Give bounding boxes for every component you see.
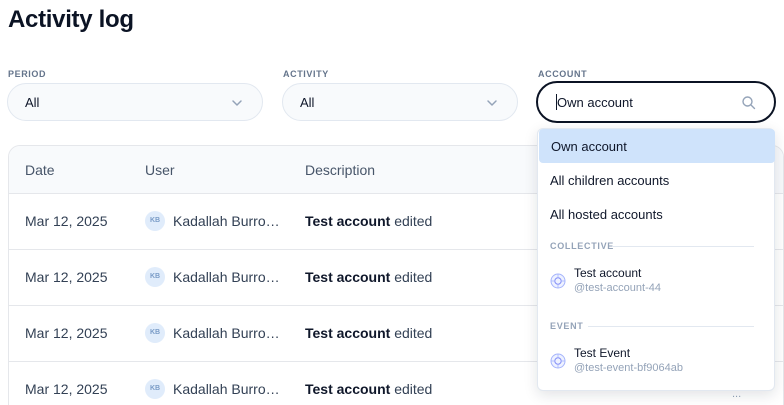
column-header-user: User: [145, 162, 175, 178]
option-all-hosted-accounts[interactable]: All hosted accounts: [538, 197, 774, 231]
row-date: Mar 12, 2025: [25, 381, 108, 397]
column-header-description: Description: [305, 162, 376, 178]
row-description-action: edited: [390, 269, 433, 285]
account-dropdown-menu: Own account All children accounts All ho…: [537, 128, 775, 391]
column-header-date: Date: [25, 162, 55, 178]
group-header-collective: COLLECTIVE: [550, 241, 615, 251]
row-user[interactable]: Kadallah Burrowes: [173, 381, 285, 397]
event-icon: [550, 353, 566, 369]
avatar: KB: [145, 267, 165, 287]
option-label: All children accounts: [550, 173, 670, 188]
row-date: Mar 12, 2025: [25, 269, 108, 285]
activity-select[interactable]: All: [282, 83, 518, 121]
row-description: Test account edited: [305, 213, 432, 229]
group-divider: [612, 246, 754, 247]
account-name: Test Event: [574, 346, 631, 360]
row-description: Test account edited: [305, 381, 432, 397]
account-slug: @test-event-bf9064ab: [574, 362, 684, 374]
group-header-event: EVENT: [550, 321, 584, 331]
period-filter-label: PERIOD: [8, 69, 47, 79]
period-select[interactable]: All: [7, 83, 263, 121]
group-divider: [588, 326, 754, 327]
row-user[interactable]: Kadallah Burrowes: [173, 213, 285, 229]
row-description-action: edited: [390, 325, 433, 341]
avatar: KB: [145, 323, 165, 343]
account-search-value: Own account: [557, 95, 633, 110]
row-user[interactable]: Kadallah Burrowes: [173, 325, 285, 341]
collective-icon: [550, 273, 566, 289]
account-filter-label: ACCOUNT: [538, 69, 588, 79]
option-account-test-event[interactable]: Test Event @test-event-bf9064ab: [538, 343, 774, 383]
avatar: KB: [145, 379, 165, 399]
option-account-test-account[interactable]: Test account @test-account-44: [538, 263, 774, 303]
account-search-input[interactable]: Own account: [536, 81, 776, 123]
option-all-children-accounts[interactable]: All children accounts: [538, 163, 774, 197]
activity-select-value: All: [300, 95, 315, 110]
row-description-account[interactable]: Test account: [305, 269, 390, 285]
row-description: Test account edited: [305, 269, 432, 285]
row-date: Mar 12, 2025: [25, 213, 108, 229]
period-select-value: All: [25, 95, 40, 110]
row-description-account[interactable]: Test account: [305, 381, 390, 397]
chevron-down-icon: [487, 100, 497, 106]
row-user[interactable]: Kadallah Burrowes: [173, 269, 285, 285]
option-label: All hosted accounts: [550, 207, 663, 222]
page-title: Activity log: [8, 6, 134, 33]
activity-filter-label: ACTIVITY: [283, 69, 329, 79]
row-description-account[interactable]: Test account: [305, 325, 390, 341]
chevron-down-icon: [232, 100, 242, 106]
row-description: Test account edited: [305, 325, 432, 341]
option-own-account[interactable]: Own account: [539, 129, 775, 163]
account-name: Test account: [574, 266, 642, 280]
row-date: Mar 12, 2025: [25, 325, 108, 341]
row-description-account[interactable]: Test account: [305, 213, 390, 229]
search-icon: [742, 96, 756, 110]
option-label: Own account: [551, 139, 627, 154]
avatar: KB: [145, 211, 165, 231]
row-description-action: edited: [390, 381, 433, 397]
account-slug: @test-account-44: [574, 282, 661, 294]
row-description-action: edited: [390, 213, 433, 229]
